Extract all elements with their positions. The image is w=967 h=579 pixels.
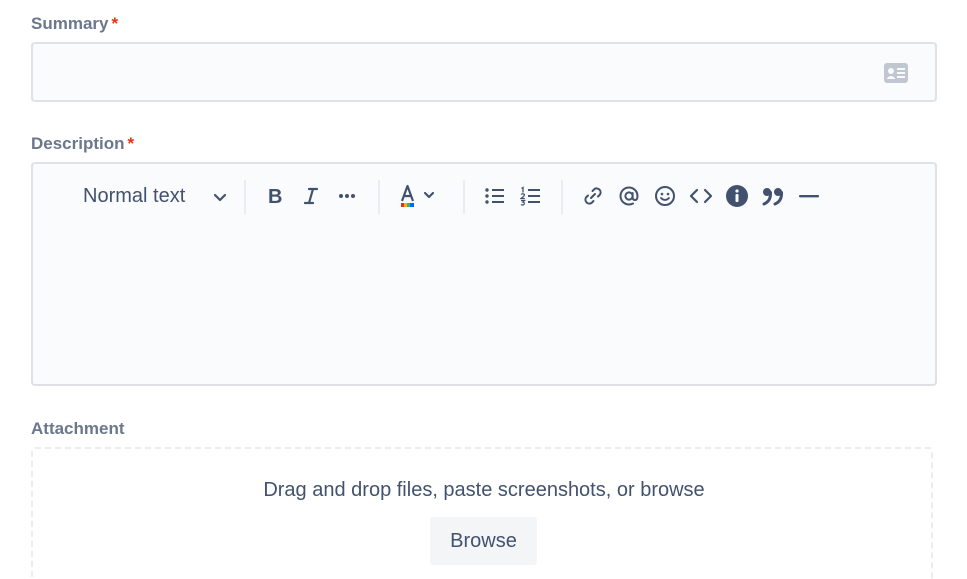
text-style-value: Normal text (83, 184, 186, 207)
quote-icon[interactable] (757, 178, 789, 214)
text-color-icon[interactable] (395, 178, 443, 214)
create-issue-form: Summary * Description * Normal text B At… (0, 0, 967, 579)
info-panel-icon[interactable] (721, 178, 753, 214)
summary-required-mark: * (111, 14, 119, 33)
attachment-dropzone[interactable]: Drag and drop files, paste screenshots, … (31, 447, 933, 579)
chevron-down-icon (212, 189, 228, 205)
bold-icon[interactable]: B (259, 178, 291, 214)
code-icon[interactable] (685, 178, 717, 214)
toolbar-separator (244, 180, 246, 214)
description-label-text: Description (31, 134, 125, 153)
divider-icon[interactable] (793, 178, 825, 214)
summary-input[interactable] (33, 44, 873, 100)
browse-button[interactable]: Browse (430, 517, 537, 565)
description-editor[interactable]: Normal text B (31, 162, 937, 386)
summary-label-text: Summary (31, 14, 109, 33)
italic-icon[interactable] (295, 178, 327, 214)
toolbar-separator (561, 180, 563, 214)
summary-field[interactable] (31, 42, 937, 102)
numbered-list-icon[interactable] (515, 178, 547, 214)
bullet-list-icon[interactable] (479, 178, 511, 214)
more-formatting-icon[interactable] (331, 178, 363, 214)
editor-toolbar: Normal text B (33, 164, 935, 228)
summary-label: Summary * (31, 14, 118, 34)
text-style-dropdown[interactable]: Normal text (81, 178, 228, 214)
mention-icon[interactable] (613, 178, 645, 214)
toolbar-separator (378, 180, 380, 214)
description-label: Description * (31, 134, 134, 154)
emoji-icon[interactable] (649, 178, 681, 214)
link-icon[interactable] (577, 178, 609, 214)
description-required-mark: * (127, 134, 135, 153)
toolbar-separator (463, 180, 465, 214)
contact-card-icon[interactable] (883, 62, 909, 89)
svg-text:B: B (268, 186, 282, 206)
attachment-label: Attachment (31, 419, 125, 438)
attachment-drop-text: Drag and drop files, paste screenshots, … (263, 479, 705, 501)
